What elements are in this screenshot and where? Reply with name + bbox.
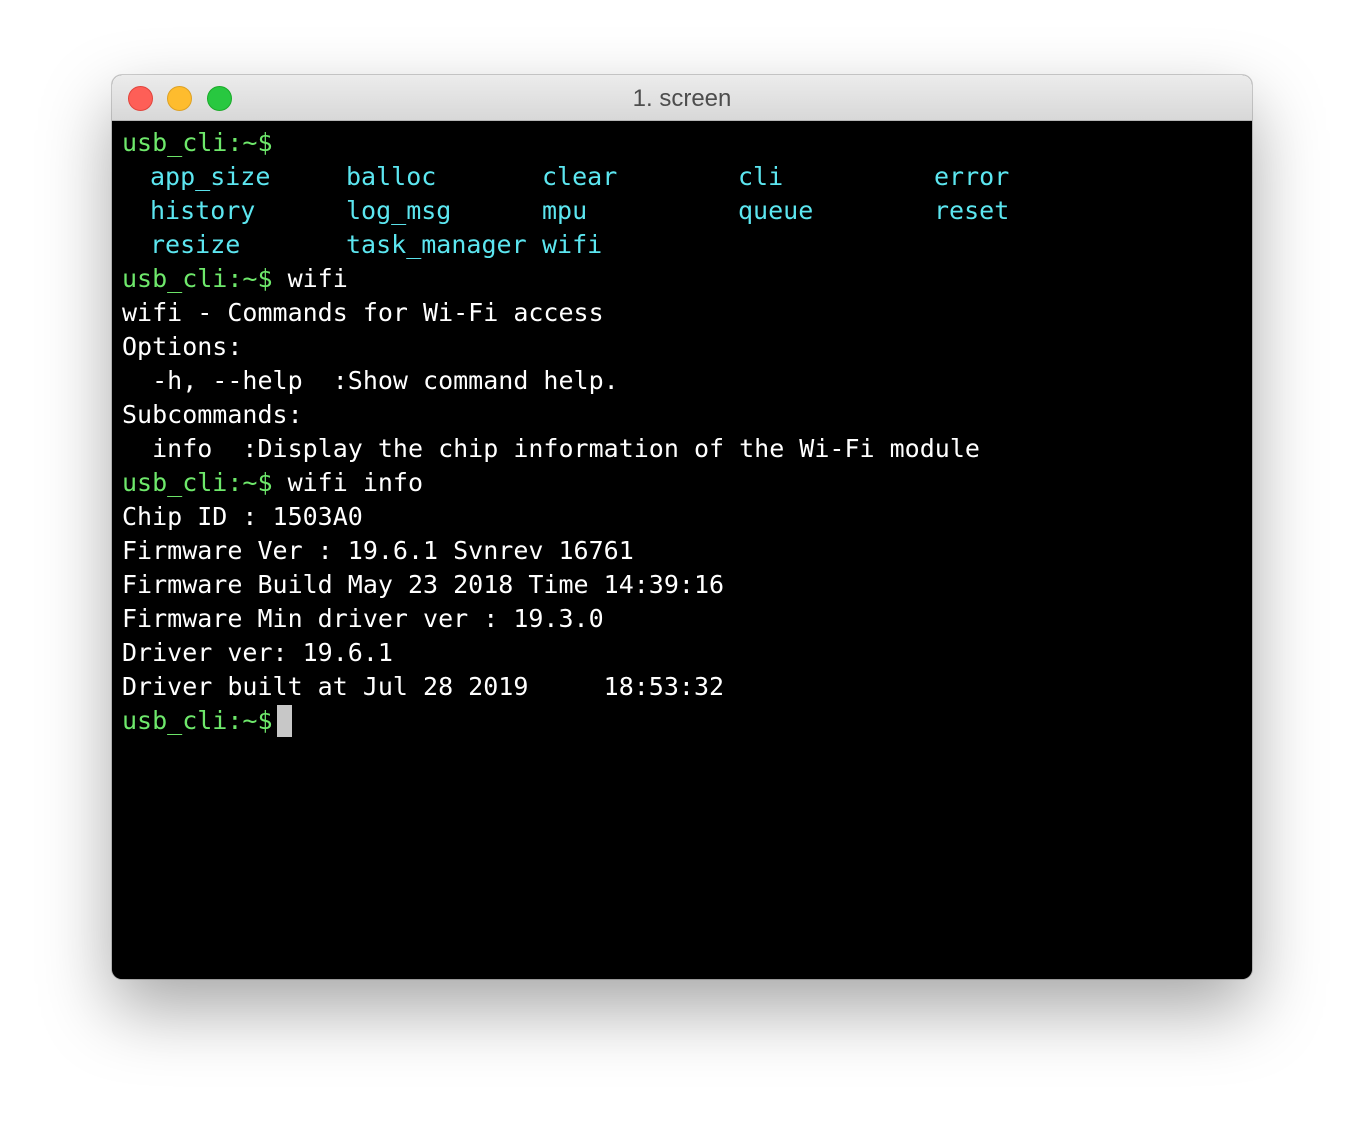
terminal-line-prompt-4[interactable]: usb_cli:~$: [122, 704, 292, 738]
command-list-item: log_msg: [346, 196, 452, 225]
command-list-item: mpu: [542, 196, 588, 225]
terminal-line-prompt-2: usb_cli:~$ wifi: [122, 262, 348, 296]
terminal-window: 1. screen usb_cli:~$ app_size balloc cle…: [112, 75, 1252, 979]
command-list-item: resize: [150, 230, 241, 259]
command-list-item: task_manager: [346, 230, 527, 259]
help-header: wifi - Commands for Wi-Fi access: [122, 298, 604, 327]
command-list-item: app_size: [150, 162, 271, 191]
terminal-line-prompt-3: usb_cli:~$ wifi info: [122, 466, 423, 500]
output-line: Firmware Ver : 19.6.1 Svnrev 16761: [122, 536, 634, 565]
prompt: usb_cli:~$: [122, 706, 273, 735]
command-list-item: history: [150, 196, 256, 225]
command-list-item: error: [934, 162, 1010, 191]
prompt: usb_cli:~$: [122, 468, 273, 497]
output-line: Chip ID : 1503A0: [122, 502, 363, 531]
command-list-item: wifi: [542, 230, 603, 259]
entered-command: wifi info: [287, 468, 424, 497]
command-list-item: cli: [738, 162, 784, 191]
terminal-line-prompt-1: usb_cli:~$: [122, 126, 273, 160]
help-options-label: Options:: [122, 332, 243, 361]
prompt: usb_cli:~$: [122, 128, 273, 157]
window-title: 1. screen: [632, 85, 732, 112]
output-line: Firmware Min driver ver : 19.3.0: [122, 604, 604, 633]
command-list-item: reset: [934, 196, 1010, 225]
help-option-line: -h, --help :Show command help.: [122, 366, 619, 395]
command-list-item: queue: [738, 196, 814, 225]
command-list-item: clear: [542, 162, 618, 191]
command-list-item: balloc: [346, 162, 437, 191]
entered-command: wifi: [287, 264, 348, 293]
output-line: Driver built at Jul 28 2019 18:53:32: [122, 672, 725, 701]
output-line: Driver ver: 19.6.1: [122, 638, 393, 667]
text-cursor: [276, 705, 292, 737]
help-subcommand-line: info :Display the chip information of th…: [122, 434, 980, 463]
prompt: usb_cli:~$: [122, 264, 273, 293]
help-subcommands-label: Subcommands:: [122, 400, 303, 429]
terminal-screen[interactable]: usb_cli:~$ app_size balloc clear cli err…: [112, 121, 1252, 979]
title-bar[interactable]: 1. screen: [112, 75, 1252, 121]
output-line: Firmware Build May 23 2018 Time 14:39:16: [122, 570, 725, 599]
